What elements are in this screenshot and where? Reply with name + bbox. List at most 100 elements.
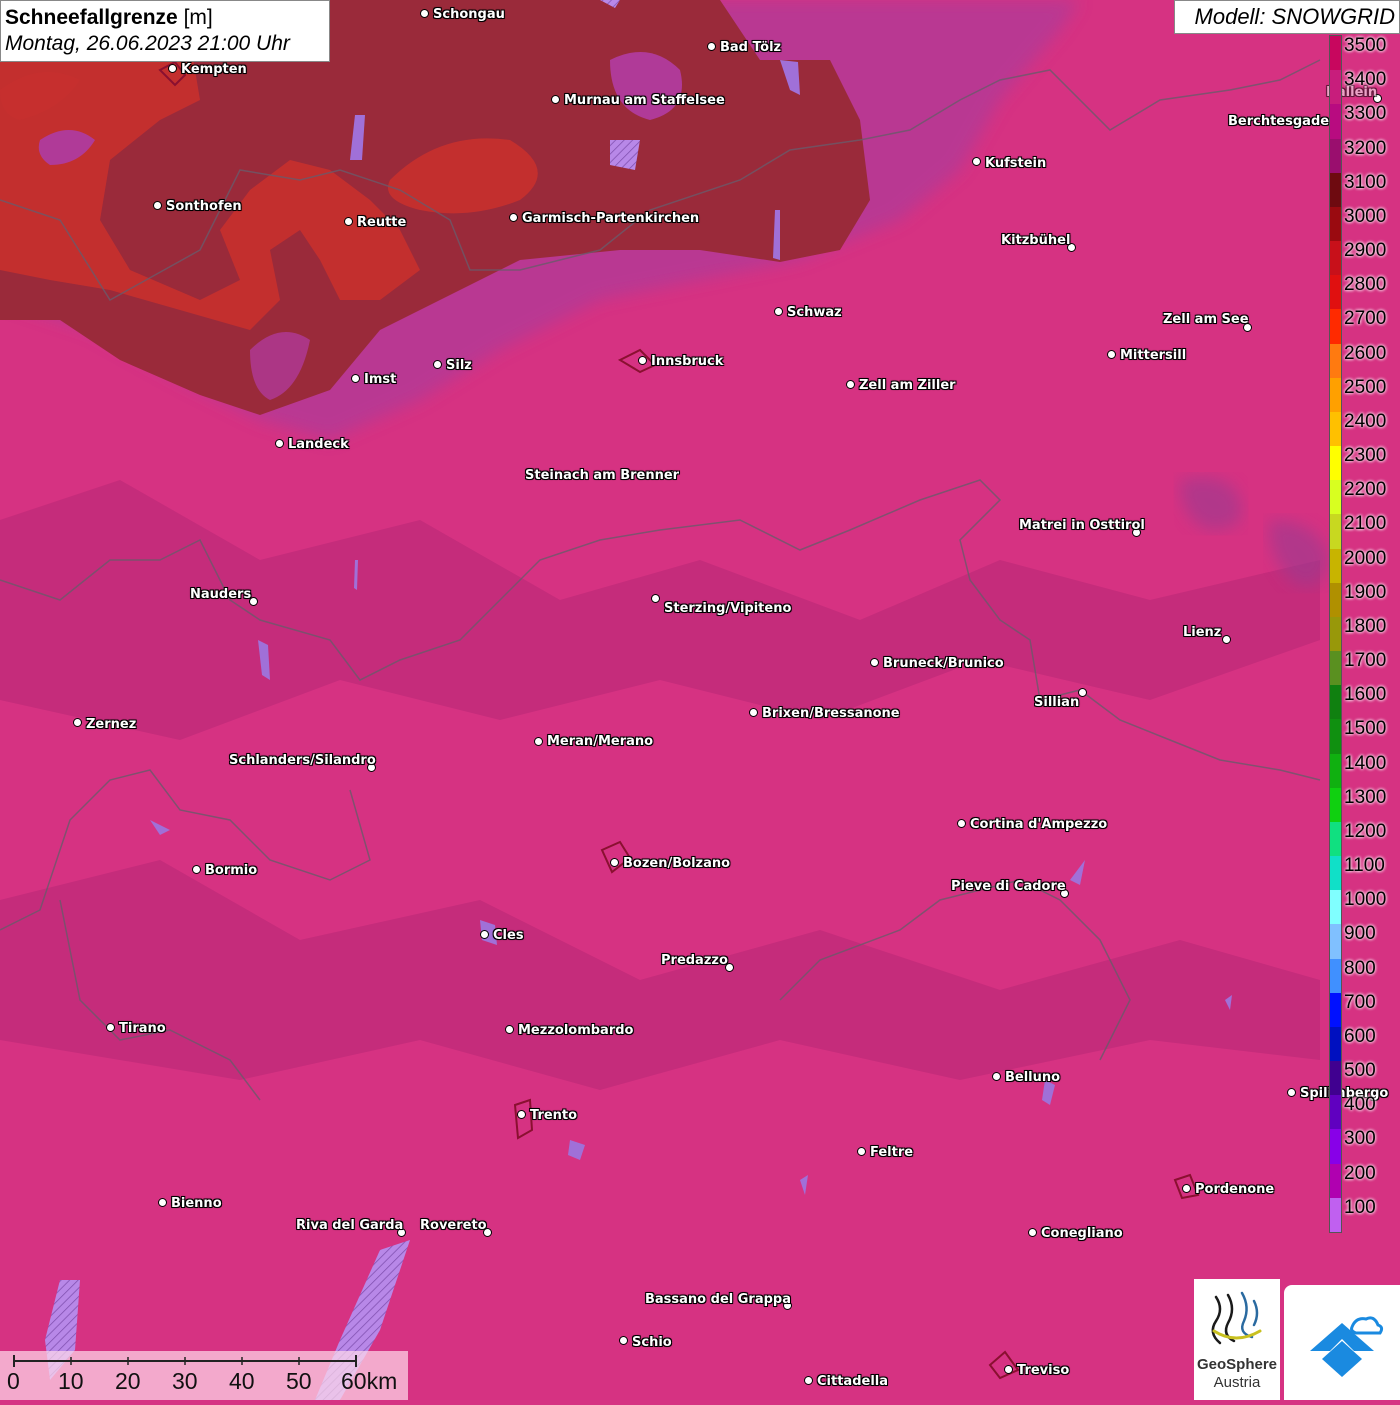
geosphere-name: GeoSphere	[1196, 1356, 1278, 1373]
legend-label: 2500	[1344, 376, 1387, 398]
city-dot-schio	[619, 1336, 628, 1345]
city-label-reutte: Reutte	[357, 215, 407, 230]
city-dot-bruneck	[870, 658, 879, 667]
city-dot-spilimbergo	[1287, 1088, 1296, 1097]
city-dot-cles	[480, 930, 489, 939]
scale-tick-20: 20	[115, 1368, 141, 1394]
city-label-steinach: Steinach am Brenner	[525, 468, 680, 483]
city-label-bozen: Bozen/Bolzano	[623, 856, 731, 871]
legend-color-segment	[1330, 616, 1341, 652]
legend-label: 1500	[1344, 718, 1387, 740]
legend-label: 200	[1344, 1162, 1376, 1184]
city-dot-bad-toelz	[707, 42, 716, 51]
legend-label: 1600	[1344, 684, 1387, 706]
city-dot-sterzing	[651, 594, 660, 603]
city-dot-zell-am-ziller	[846, 380, 855, 389]
city-label-sterzing: Sterzing/Vipiteno	[664, 601, 792, 616]
legend-color-segment	[1330, 1026, 1341, 1062]
app-logo[interactable]	[1284, 1285, 1400, 1400]
city-label-bruneck: Bruneck/Brunico	[883, 656, 1004, 671]
city-label-imst: Imst	[364, 372, 397, 387]
city-dot-sonthofen	[153, 201, 162, 210]
legend-label: 3200	[1344, 137, 1387, 159]
city-label-conegliano: Conegliano	[1041, 1226, 1123, 1241]
legend-label: 2800	[1344, 274, 1387, 296]
legend-label: 400	[1344, 1094, 1376, 1116]
legend-label: 2200	[1344, 479, 1387, 501]
legend-color-segment	[1330, 821, 1341, 857]
mountain-cloud-icon	[1310, 1316, 1384, 1377]
scale-tick-40: 40	[229, 1368, 255, 1394]
map-unit: [m]	[183, 6, 213, 29]
legend-label: 600	[1344, 1025, 1376, 1047]
legend-color-segment	[1330, 377, 1341, 413]
map-title-box: Schneefallgrenze [m] Montag, 26.06.2023 …	[0, 0, 330, 62]
legend-label: 900	[1344, 923, 1376, 945]
legend-color-segment	[1330, 275, 1341, 310]
city-label-cles: Cles	[493, 928, 524, 943]
city-dot-bienno	[158, 1198, 167, 1207]
city-dot-innsbruck	[638, 356, 647, 365]
legend-color-segment	[1330, 856, 1341, 891]
legend-label: 1100	[1344, 855, 1385, 877]
city-label-tirano: Tirano	[119, 1021, 166, 1036]
city-dot-feltre	[857, 1147, 866, 1156]
legend-label: 2000	[1344, 547, 1387, 569]
city-label-pieve: Pieve di Cadore	[951, 879, 1066, 894]
legend-label: 2100	[1344, 513, 1387, 535]
legend-label: 3000	[1344, 205, 1387, 227]
legend-color-segment	[1330, 343, 1341, 379]
legend-color-segment	[1330, 411, 1341, 447]
legend-color-segment	[1330, 787, 1341, 823]
city-label-brixen: Brixen/Bressanone	[762, 706, 900, 721]
city-label-meran: Meran/Merano	[547, 734, 654, 749]
map-datetime: Montag, 26.06.2023 21:00 Uhr	[5, 32, 290, 56]
scale-tick-60km: 60km	[341, 1368, 398, 1394]
city-dot-treviso	[1004, 1365, 1013, 1374]
city-dot-schongau	[420, 9, 429, 18]
legend-color-segment	[1330, 446, 1341, 481]
legend-label: 1300	[1344, 786, 1387, 808]
city-label-bad-toelz: Bad Tölz	[720, 40, 782, 55]
scale-tick-0: 0	[7, 1368, 20, 1394]
legend-label: 1700	[1344, 650, 1387, 672]
legend-color-segment	[1330, 309, 1341, 345]
scale-tick-30: 30	[172, 1368, 198, 1394]
legend-color-segment	[1330, 172, 1341, 208]
legend-color-segment	[1330, 582, 1341, 618]
city-label-schio: Schio	[632, 1335, 672, 1350]
legend-color-segment	[1330, 480, 1341, 515]
legend-color-segment	[1330, 1095, 1341, 1130]
city-label-zell-am-see: Zell am See	[1163, 312, 1249, 327]
legend-color-segment	[1330, 138, 1341, 174]
legend-label: 1800	[1344, 615, 1387, 637]
legend-label: 800	[1344, 957, 1376, 979]
city-label-schwaz: Schwaz	[787, 305, 842, 320]
legend-color-segment	[1330, 70, 1341, 105]
city-label-sillian: Sillian	[1034, 695, 1080, 710]
city-dot-lienz	[1222, 635, 1231, 644]
geosphere-icon	[1211, 1291, 1262, 1345]
legend-label: 500	[1344, 1060, 1376, 1082]
city-label-schlanders: Schlanders/Silandro	[229, 753, 376, 768]
geosphere-logo[interactable]: GeoSphere Austria	[1194, 1279, 1280, 1400]
legend-label: 2400	[1344, 410, 1387, 432]
legend-label: 1200	[1344, 820, 1387, 842]
legend-label: 2900	[1344, 240, 1387, 262]
legend-label: 1900	[1344, 581, 1387, 603]
legend-label: 2300	[1344, 445, 1387, 467]
city-label-bassano: Bassano del Grappa	[645, 1292, 791, 1307]
city-label-innsbruck: Innsbruck	[651, 354, 724, 369]
city-dot-kempten	[168, 64, 177, 73]
city-label-landeck: Landeck	[288, 437, 349, 452]
city-dot-kufstein	[972, 157, 981, 166]
legend-color-segment	[1330, 514, 1341, 550]
legend-label: 2600	[1344, 342, 1387, 364]
scale-tick-10: 10	[58, 1368, 84, 1394]
legend-color-segment	[1330, 1129, 1341, 1165]
legend-label: 2700	[1344, 308, 1387, 330]
city-label-kempten: Kempten	[181, 62, 247, 77]
city-dot-zernez	[73, 718, 82, 727]
city-label-bienno: Bienno	[171, 1196, 222, 1211]
legend-color-segment	[1330, 890, 1341, 925]
